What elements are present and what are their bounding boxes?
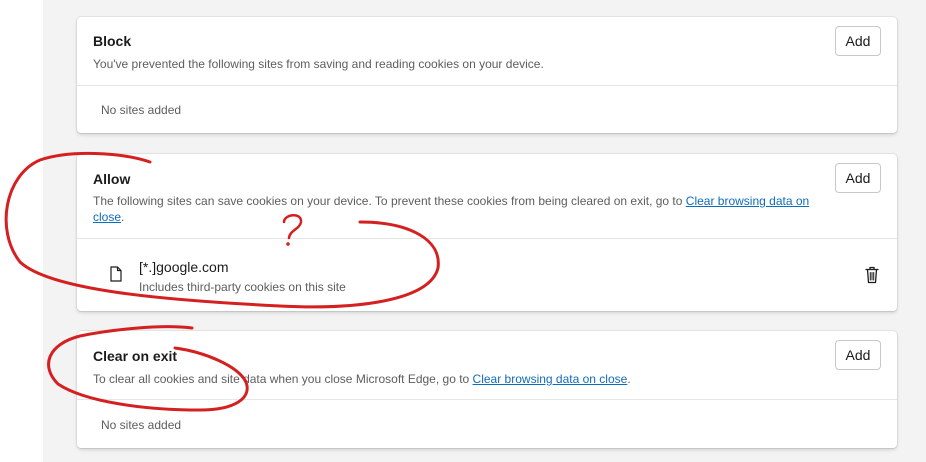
clear-on-exit-add-button[interactable]: Add: [835, 340, 881, 370]
trash-icon[interactable]: [863, 265, 881, 285]
site-detail: Includes third-party cookies on this sit…: [139, 280, 346, 294]
site-row: [*.]google.com Includes third-party cook…: [77, 238, 897, 311]
block-empty-text: No sites added: [101, 103, 182, 117]
clear-on-exit-clear-browsing-link[interactable]: Clear browsing data on close: [473, 372, 628, 386]
clear-on-exit-empty-text: No sites added: [101, 418, 182, 432]
allow-description-text: The following sites can save cookies on …: [93, 194, 686, 208]
block-add-button[interactable]: Add: [835, 26, 881, 56]
block-card: Block You've prevented the following sit…: [77, 17, 897, 133]
clear-on-exit-title: Clear on exit: [93, 348, 178, 364]
clear-on-exit-description: To clear all cookies and site data when …: [93, 371, 813, 387]
block-title: Block: [93, 33, 132, 49]
file-icon: [110, 266, 122, 282]
allow-add-button[interactable]: Add: [835, 163, 881, 193]
allow-card: Allow The following sites can save cooki…: [77, 154, 897, 311]
clear-on-exit-description-text: To clear all cookies and site data when …: [93, 372, 473, 386]
clear-on-exit-description-end: .: [627, 372, 631, 386]
allow-title: Allow: [93, 171, 131, 187]
clear-on-exit-card: Clear on exit To clear all cookies and s…: [77, 331, 897, 448]
block-description: You've prevented the following sites fro…: [93, 57, 544, 71]
allow-description: The following sites can save cookies on …: [93, 193, 813, 225]
block-divider: [77, 85, 897, 86]
allow-description-end: .: [121, 210, 125, 224]
site-name[interactable]: [*.]google.com: [139, 259, 229, 275]
clear-on-exit-divider: [77, 399, 897, 400]
